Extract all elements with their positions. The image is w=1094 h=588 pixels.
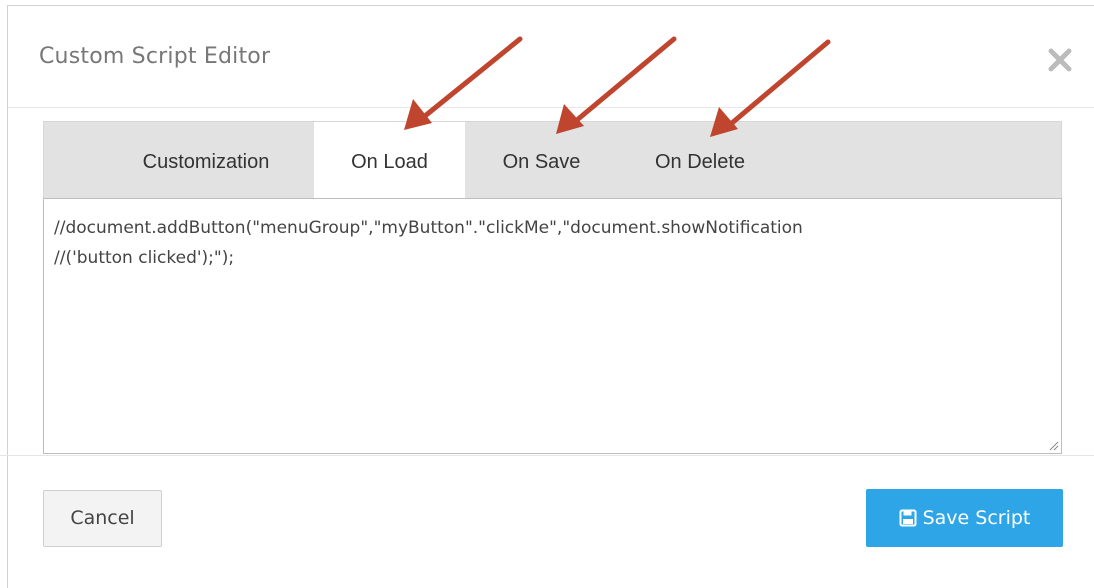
tab-on-load[interactable]: On Load xyxy=(314,122,465,199)
cancel-button[interactable]: Cancel xyxy=(43,490,162,547)
tab-bar: Customization On Load On Save On Delete xyxy=(43,121,1062,199)
tab-customization[interactable]: Customization xyxy=(113,122,299,199)
footer-divider xyxy=(0,455,1094,456)
close-icon xyxy=(1048,48,1072,72)
script-editor-textarea[interactable]: //document.addButton("menuGroup","myButt… xyxy=(43,198,1062,454)
floppy-disk-icon xyxy=(899,509,917,527)
save-script-label: Save Script xyxy=(922,507,1031,529)
tab-on-delete[interactable]: On Delete xyxy=(626,122,774,199)
tab-on-save[interactable]: On Save xyxy=(474,122,609,199)
dialog-header: Custom Script Editor xyxy=(8,6,1094,108)
save-script-button[interactable]: Save Script xyxy=(866,489,1063,547)
script-line: //('button clicked');"); xyxy=(54,248,235,268)
resize-handle-icon[interactable] xyxy=(1047,439,1059,451)
dialog-title: Custom Script Editor xyxy=(39,44,271,69)
close-button[interactable] xyxy=(1042,42,1078,78)
script-line: //document.addButton("menuGroup","myButt… xyxy=(54,218,803,238)
